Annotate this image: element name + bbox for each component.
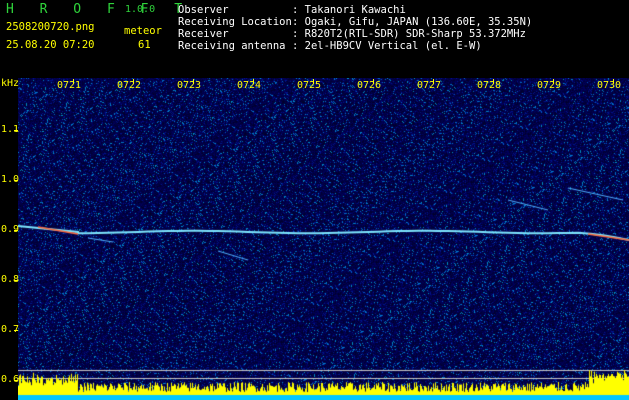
info-value-receiver: : R820T2(RTL-SDR) SDR-Sharp 53.372MHz [292, 28, 526, 40]
x-tick-label: 0725 [297, 80, 322, 91]
meteor-count: 61 [138, 39, 151, 51]
y-tick-mark [14, 180, 18, 181]
x-tick-mark [433, 79, 434, 83]
info-value-location: : Ogaki, Gifu, JAPAN (136.60E, 35.35N) [292, 16, 533, 28]
x-tick-label: 0721 [57, 80, 82, 91]
x-tick-label: 0727 [417, 80, 442, 91]
x-tick-mark [373, 79, 374, 83]
image-datetime: 25.08.20 07:20 [6, 39, 95, 51]
x-tick-label: 0729 [537, 80, 562, 91]
info-key-antenna: Receiving antenna [178, 40, 286, 52]
x-tick-mark [313, 79, 314, 83]
spectrogram-canvas [18, 78, 629, 400]
x-tick-label: 0724 [237, 80, 262, 91]
app-brand: H R O F F T [6, 2, 192, 17]
x-tick-mark [133, 79, 134, 83]
y-axis-unit: kHz [1, 78, 20, 89]
info-key-observer: Observer [178, 4, 229, 16]
x-tick-label: 0723 [177, 80, 202, 91]
y-tick-mark [14, 230, 18, 231]
info-value-antenna: : 2el-HB9CV Vertical (el. E-W) [292, 40, 482, 52]
image-filename: 2508200720.png [6, 21, 95, 33]
x-tick-mark [613, 79, 614, 83]
x-tick-mark [253, 79, 254, 83]
y-tick-mark [14, 280, 18, 281]
x-tick-label: 0726 [357, 80, 382, 91]
y-tick-mark [14, 380, 18, 381]
info-key-location: Receiving Location [178, 16, 292, 28]
header-panel: H R O F F T 1.0.0 2508200720.png 25.08.2… [0, 0, 629, 78]
x-tick-mark [553, 79, 554, 83]
info-key-receiver: Receiver [178, 28, 229, 40]
x-tick-label: 0730 [597, 80, 622, 91]
x-tick-mark [73, 79, 74, 83]
x-tick-label: 0728 [477, 80, 502, 91]
y-tick-mark [14, 130, 18, 131]
y-tick-mark [14, 330, 18, 331]
x-tick-label: 0722 [117, 80, 142, 91]
meteor-label: meteor [124, 25, 162, 37]
x-tick-mark [193, 79, 194, 83]
info-value-observer: : Takanori Kawachi [292, 4, 406, 16]
x-tick-mark [493, 79, 494, 83]
app-version: 1.0.0 [125, 4, 156, 15]
